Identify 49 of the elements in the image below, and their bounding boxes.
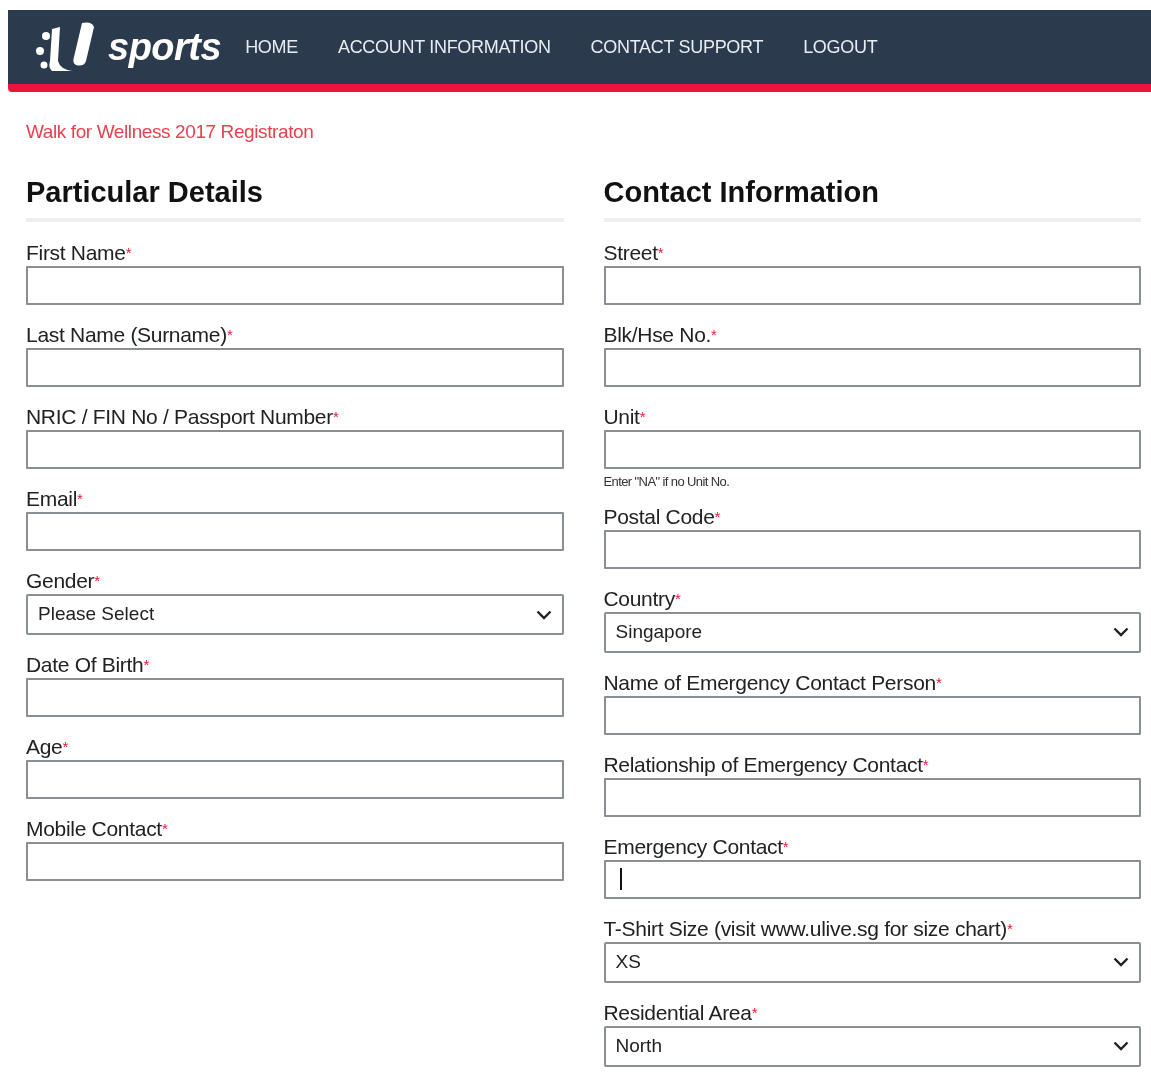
input-field[interactable] — [603, 266, 1141, 305]
chevron-down-icon — [535, 609, 552, 620]
input-field[interactable] — [603, 348, 1141, 387]
field-label: Mobile Contact* — [26, 816, 169, 842]
field-label: Gender* — [26, 568, 101, 594]
input-field[interactable] — [603, 430, 1141, 469]
nav-link[interactable]: CONTACT SUPPORT — [590, 33, 764, 61]
field-label: Last Name (Surname)* — [26, 322, 234, 348]
nav-link[interactable]: LOGOUT — [803, 33, 878, 61]
input-field[interactable] — [26, 760, 564, 799]
page-title: Walk for Wellness 2017 Registraton — [26, 120, 315, 144]
input-field[interactable] — [26, 842, 564, 881]
section-heading: Particular Details — [26, 170, 564, 222]
input-field[interactable] — [603, 529, 1141, 569]
input-field[interactable] — [26, 678, 564, 717]
chevron-down-icon — [1113, 1041, 1129, 1051]
field-label: NRIC / FIN No / Passport Number* — [26, 404, 340, 430]
field-label: First Name* — [26, 240, 133, 266]
nav-link[interactable]: ACCOUNT INFORMATION — [337, 33, 551, 61]
section-heading: Contact Information — [603, 170, 1141, 222]
brand-name: sports — [108, 24, 222, 70]
field-label: Country* — [603, 585, 682, 612]
field-label: Emergency Contact* — [603, 833, 790, 860]
input-field[interactable] — [26, 266, 564, 305]
input-field[interactable] — [603, 695, 1141, 735]
chevron-down-icon — [1113, 627, 1129, 637]
input-field[interactable] — [26, 512, 564, 551]
chevron-down-icon — [1113, 957, 1129, 967]
help-text: Enter "NA" if no Unit No. — [603, 473, 731, 491]
select-field[interactable]: XS — [603, 941, 1141, 983]
input-field[interactable] — [26, 348, 564, 387]
field-label: Unit* — [603, 404, 647, 430]
field-label: Name of Emergency Contact Person* — [603, 669, 943, 696]
input-field[interactable] — [603, 777, 1141, 817]
field-label: Age* — [26, 734, 69, 760]
field-label: Date Of Birth* — [26, 652, 151, 678]
field-label: Postal Code* — [603, 503, 722, 530]
field-label: Residential Area* — [603, 999, 759, 1026]
select-field[interactable]: Please Select — [26, 594, 564, 635]
field-label: Relationship of Emergency Contact* — [603, 751, 930, 778]
input-field[interactable] — [26, 430, 564, 469]
field-label: Blk/Hse No.* — [603, 322, 718, 348]
input-field[interactable] — [603, 859, 1141, 899]
nav-link[interactable]: HOME — [245, 33, 298, 61]
field-label: Street* — [603, 240, 665, 266]
select-field[interactable]: North — [603, 1025, 1141, 1067]
select-field[interactable]: Singapore — [603, 611, 1141, 653]
field-label: T-Shirt Size (visit www.ulive.sg for size chart)* — [603, 915, 1014, 942]
field-label: Email* — [26, 486, 84, 512]
